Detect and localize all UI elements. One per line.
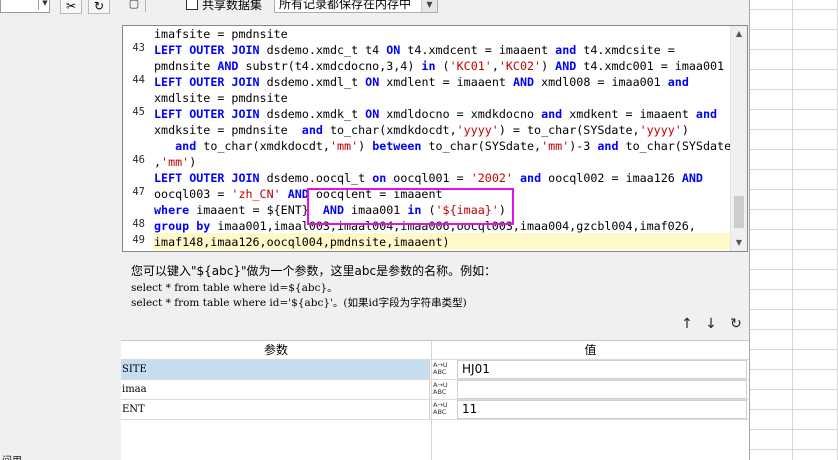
line-number-gutter: 43 44 45 46 47 48 49	[123, 26, 153, 251]
spreadsheet-grid	[750, 0, 838, 460]
param-name[interactable]: ENT	[121, 400, 430, 419]
refresh-icon[interactable]: ↻	[727, 316, 745, 332]
chevron-down-icon: ▼	[38, 0, 51, 10]
table-row[interactable]: imaa A→U ABC	[121, 380, 749, 400]
chevron-down-icon[interactable]: ▼	[421, 0, 437, 12]
param-name[interactable]: imaa	[121, 380, 430, 399]
line-number: 44	[132, 74, 145, 86]
type-abc-icon[interactable]: A→U ABC	[433, 360, 455, 379]
background-app-panel: ▼ ✂ ↻ 间用	[0, 0, 121, 460]
param-value-input[interactable]: 11	[457, 400, 747, 419]
param-value-input[interactable]: HJ01	[457, 360, 747, 379]
toolbar-separator	[145, 0, 146, 12]
parameter-hint: 您可以键入"${abc}"做为一个参数，这里abc是参数的名称。例如： sele…	[131, 263, 731, 311]
column-header-name: 参数	[121, 341, 431, 360]
param-value-input[interactable]	[457, 380, 747, 399]
code-line: LEFT OUTER JOIN dsdemo.oocql_t on oocql0…	[154, 171, 703, 185]
dialog-toolbar: ▢ 共享数据集 所有记录都保存在内存中 ▼	[121, 0, 749, 14]
code-line: ,'mm')	[154, 155, 197, 169]
share-dataset-label: 共享数据集	[202, 0, 263, 12]
code-line: imafsite = pmdnsite	[154, 27, 288, 41]
table-row[interactable]: ENT A→U ABC 11	[121, 400, 749, 420]
type-abc-icon[interactable]: A→U ABC	[433, 380, 455, 399]
checkbox-box[interactable]	[186, 0, 198, 10]
parameter-table: 参数 值 SITE A→U ABC HJ01 imaa A→U ABC ENT …	[121, 340, 749, 460]
line-number: 46	[132, 154, 145, 166]
line-number: 48	[132, 218, 145, 230]
arrow-down-icon[interactable]: ↓	[702, 316, 720, 332]
code-line: LEFT OUTER JOIN dsdemo.xmdc_t t4 ON t4.x…	[154, 43, 675, 57]
column-header-value: 值	[432, 341, 749, 360]
code-line: LEFT OUTER JOIN dsdemo.xmdk_t ON xmdldoc…	[154, 107, 718, 121]
scroll-up-icon[interactable]: ▲	[731, 26, 747, 42]
hint-text: 您可以键入"${abc}"做为一个参数，这里abc是参数的名称。例如：	[131, 264, 497, 278]
editor-scrollbar[interactable]: ▲ ▼	[730, 26, 747, 251]
hint-example-1: select * from table where id=${abc}。	[131, 282, 338, 294]
code-line: LEFT OUTER JOIN dsdemo.xmdl_t ON xmdlent…	[154, 75, 689, 89]
code-line: xmdksite = pmdnsite and to_char(xmdkdocd…	[154, 123, 689, 137]
param-name[interactable]: SITE	[121, 360, 430, 379]
line-number: 49	[132, 234, 145, 246]
line-number: 43	[132, 42, 145, 54]
arrow-up-icon[interactable]: ↑	[678, 316, 696, 332]
type-abc-icon[interactable]: A→U ABC	[433, 400, 455, 419]
annotation-highlight-box	[307, 188, 514, 225]
code-line: and to_char(xmdkdocdt,'mm') between to_c…	[175, 139, 732, 153]
background-bottom-label: 间用	[2, 452, 22, 460]
hint-example-2: select * from table where id='${abc}'。(如…	[131, 297, 467, 309]
code-line: pmdnsite AND substr(t4.xmdcdocno,3,4) in…	[154, 59, 725, 73]
scrollbar-thumb[interactable]	[734, 196, 744, 228]
table-row[interactable]: SITE A→U ABC HJ01	[121, 360, 749, 380]
share-dataset-checkbox[interactable]: 共享数据集	[186, 0, 262, 12]
sql-dataset-dialog: ▢ 共享数据集 所有记录都保存在内存中 ▼ 43 44 45 46 47 48 …	[121, 0, 749, 460]
background-combo[interactable]: ▼	[0, 0, 50, 13]
storage-mode-select[interactable]: 所有记录都保存在内存中 ▼	[274, 0, 438, 13]
scroll-down-icon[interactable]: ▼	[731, 235, 747, 251]
line-number: 45	[132, 106, 145, 118]
code-line: xmdlsite = pmdnsite	[154, 91, 288, 105]
refresh-icon[interactable]: ↻	[88, 0, 110, 14]
line-number: 47	[132, 186, 145, 198]
document-icon[interactable]: ▢	[125, 0, 143, 13]
code-line: imaf148,imaa126,oocql004,pmdnsite,imaaen…	[154, 235, 450, 249]
sql-editor[interactable]: 43 44 45 46 47 48 49 imafsite = pmdnsite…	[122, 25, 748, 252]
scissors-icon[interactable]: ✂	[60, 0, 82, 14]
storage-mode-value: 所有记录都保存在内存中	[279, 0, 412, 11]
